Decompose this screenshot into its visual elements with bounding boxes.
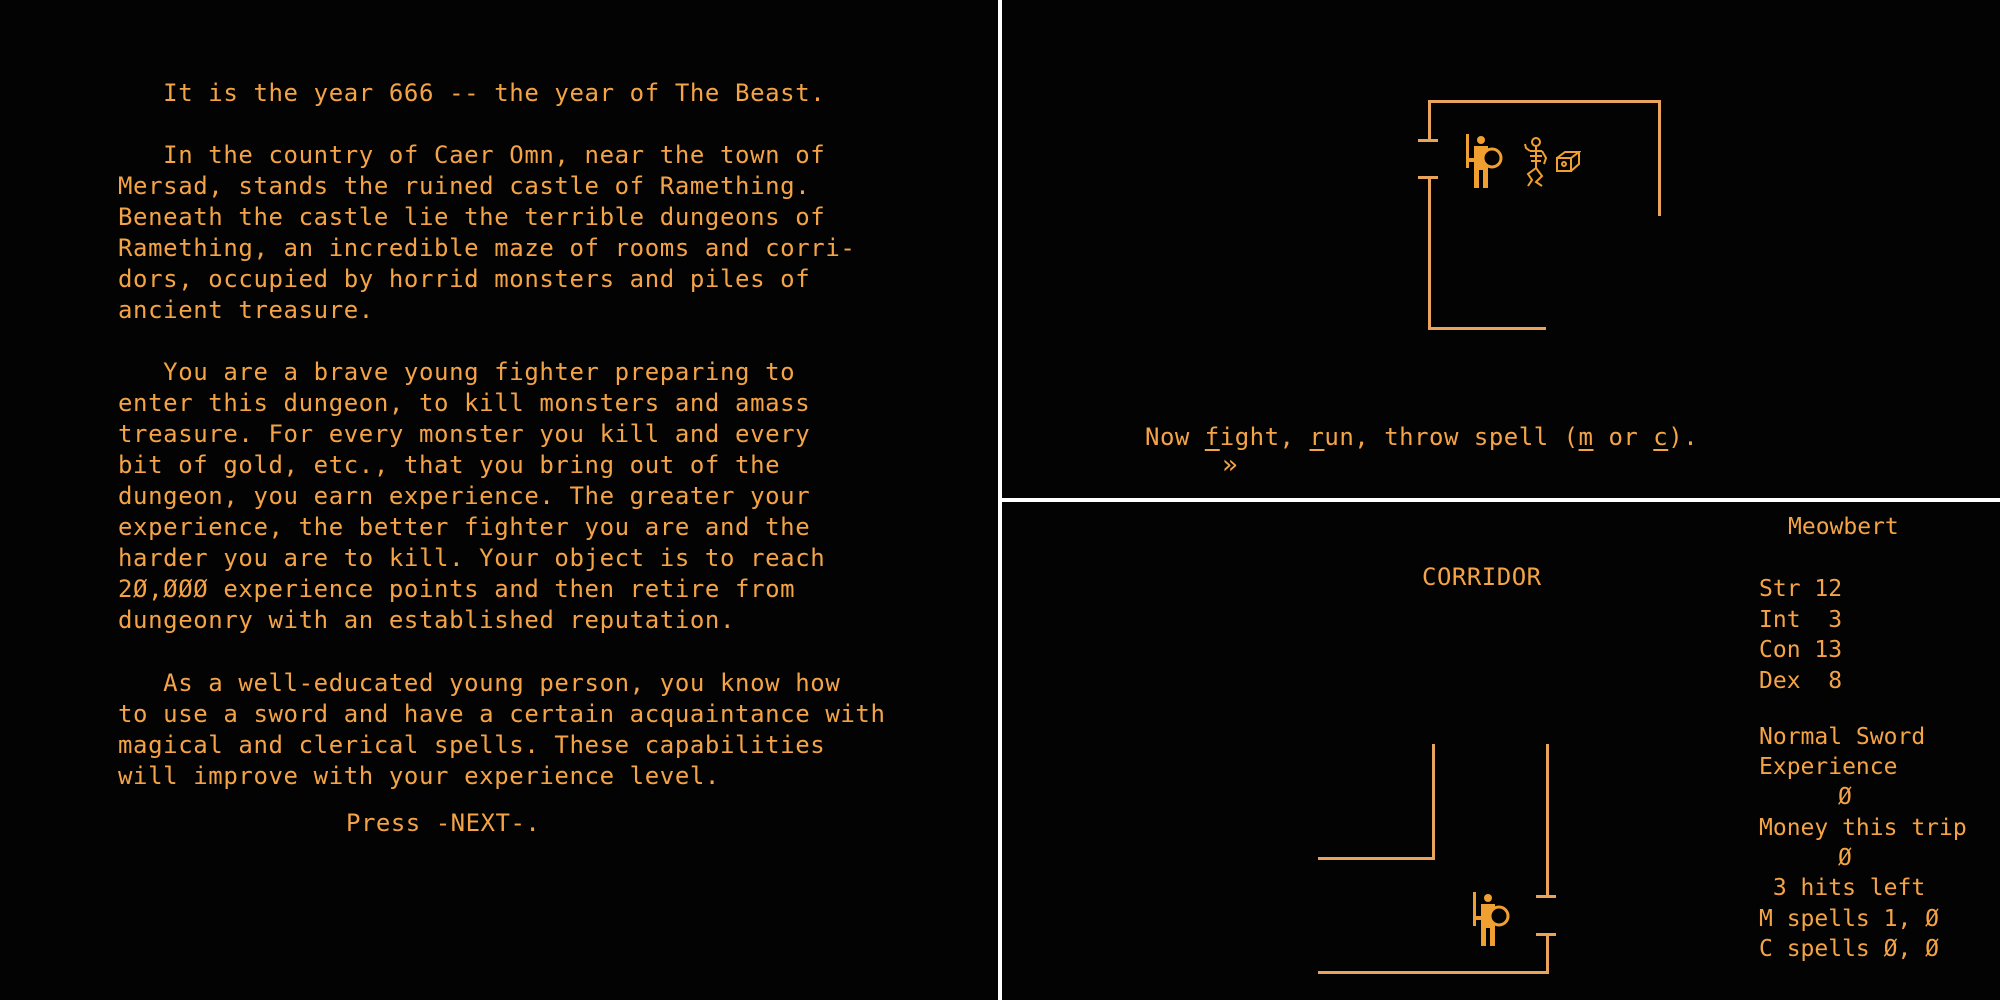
stat-label: Str — [1759, 576, 1815, 602]
combat-panel: Now fight, run, throw spell (m or c). » — [1002, 0, 2000, 498]
stat-label: Con — [1759, 637, 1815, 663]
room-wall-right — [1658, 100, 1661, 216]
intro-line: You are a brave young fighter preparing … — [118, 358, 796, 386]
intro-line: dungeonry with an established reputation… — [118, 606, 736, 634]
prompt-fight-rest: ight, — [1219, 423, 1310, 451]
intro-line: dors, occupied by horrid monsters and pi… — [118, 265, 811, 293]
skeleton-icon — [1524, 137, 1548, 187]
intro-line: In the country of Caer Omn, near the tow… — [118, 141, 826, 169]
cleric-spell-key[interactable]: c — [1653, 423, 1668, 451]
intro-line: As a well-educated young person, you kno… — [118, 669, 841, 697]
corridor-bottom-wall — [1318, 971, 1549, 974]
stat-con: Con 13 — [1759, 635, 1842, 666]
experience-value: Ø — [1838, 784, 1852, 810]
room-wall-left-lower — [1428, 176, 1431, 329]
prompt-now: Now — [1145, 423, 1205, 451]
stat-value: 12 — [1814, 576, 1843, 602]
stat-label: Dex — [1759, 667, 1815, 694]
intro-line: Ramething, an incredible maze of rooms a… — [118, 234, 856, 262]
character-name: Meowbert — [1788, 514, 1899, 540]
explore-panel: CORRIDOR Meowbert Str 12 Int 3 Con 13 Dex 8… — [1002, 502, 2000, 1000]
magic-spells: M spells 1, Ø — [1759, 906, 1940, 932]
stat-label: Int — [1759, 606, 1815, 633]
intro-panel: It is the year 666 -- the year of The Be… — [0, 0, 998, 1000]
stat-dex: Dex 8 — [1759, 666, 1842, 697]
stat-int: Int 3 — [1759, 605, 1842, 636]
intro-line: bit of gold, etc., that you bring out of… — [118, 451, 781, 479]
intro-line: magical and clerical spells. These capab… — [118, 731, 826, 759]
intro-line: experience, the better fighter you are a… — [118, 513, 811, 541]
intro-line: enter this dungeon, to kill monsters and… — [118, 389, 811, 417]
cleric-spells: C spells Ø, Ø — [1759, 936, 1940, 962]
intro-line: dungeon, you earn experience. The greate… — [118, 482, 811, 510]
fighter-icon — [1473, 892, 1510, 946]
fight-key[interactable]: f — [1205, 423, 1220, 451]
door-jamb-upper — [1418, 139, 1438, 142]
stat-str: Str 12 — [1759, 574, 1842, 605]
combat-prompt: Now fight, run, throw spell (m or c). — [1145, 422, 1698, 453]
magic-spell-key[interactable]: m — [1579, 423, 1594, 451]
corridor-right-wall-lower — [1546, 933, 1549, 973]
intro-line: to use a sword and have a certain acquai… — [118, 700, 886, 728]
treasure-chest-icon — [1556, 151, 1581, 172]
stat-value: 8 — [1814, 667, 1843, 694]
room-wall-left-upper — [1428, 100, 1431, 140]
corridor-inner-wall-vertical — [1432, 744, 1435, 859]
stat-value: 3 — [1814, 606, 1843, 633]
intro-line: Mersad, stands the ruined castle of Rame… — [118, 172, 811, 200]
room-wall-bottom — [1428, 327, 1546, 330]
intro-line: harder you are to kill. Your object is t… — [118, 544, 826, 572]
door-jamb-upper — [1536, 895, 1556, 898]
prompt-run-rest: un, throw spell ( — [1324, 423, 1579, 451]
experience-label: Experience — [1759, 754, 1898, 780]
intro-line: treasure. For every monster you kill and… — [118, 420, 811, 448]
intro-line: will improve with your experience level. — [118, 762, 720, 790]
stat-value: 13 — [1814, 637, 1843, 663]
run-key[interactable]: r — [1309, 423, 1324, 451]
fighter-icon — [1466, 134, 1503, 188]
corridor-right-wall-upper — [1546, 744, 1549, 897]
intro-line: ancient treasure. — [118, 296, 374, 324]
money-label: Money this trip — [1759, 815, 1967, 841]
money-value: Ø — [1838, 845, 1852, 871]
press-next-prompt[interactable]: Press -NEXT-. — [346, 808, 540, 839]
prompt-or: or — [1593, 423, 1654, 451]
intro-line: 2Ø,ØØØ experience points and then retire… — [118, 575, 796, 603]
prompt-end: ). — [1668, 423, 1699, 451]
intro-line: It is the year 666 -- the year of The Be… — [118, 79, 826, 107]
corridor-inner-wall-horizontal — [1318, 857, 1435, 860]
location-label: CORRIDOR — [1422, 563, 1542, 591]
room-wall-top — [1428, 100, 1661, 103]
intro-line: Beneath the castle lie the terrible dung… — [118, 203, 826, 231]
weapon-label: Normal Sword — [1759, 724, 1926, 750]
hits-left: 3 hits left — [1759, 875, 1926, 901]
input-cursor[interactable]: » — [1222, 450, 1238, 481]
